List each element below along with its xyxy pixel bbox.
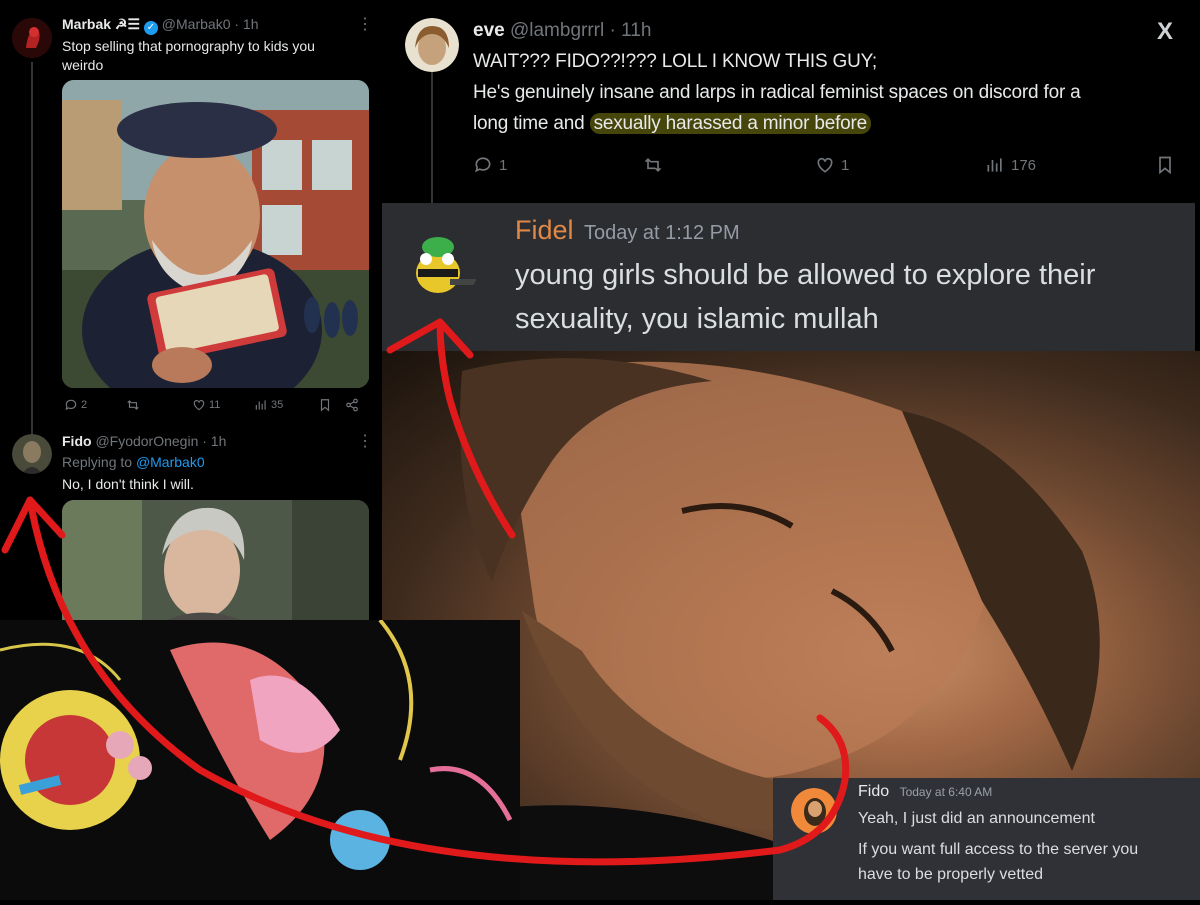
fido-header: Fido Today at 6:40 AM xyxy=(858,783,992,801)
views-button[interactable]: 35 xyxy=(254,398,283,412)
like-button[interactable]: 11 xyxy=(192,398,220,412)
share-button[interactable] xyxy=(345,398,359,412)
eve-tweet: eve @lambgrrrl · 11h X WAIT??? FIDO??!??… xyxy=(385,0,1200,205)
fidel-username[interactable]: Fidel xyxy=(515,215,574,245)
discord-message-fidel: Fidel Today at 1:12 PM young girls shoul… xyxy=(382,203,1195,351)
tweet1-text: Stop selling that pornography to kids yo… xyxy=(62,38,315,73)
patterned-shirt-image xyxy=(0,618,520,900)
bookmark-icon xyxy=(1159,156,1171,175)
fidel-header: Fidel Today at 1:12 PM xyxy=(515,215,740,246)
retweet-button[interactable] xyxy=(126,398,140,412)
reply-button[interactable]: 2 xyxy=(64,398,87,412)
eve-bookmark-button[interactable] xyxy=(1155,155,1175,175)
eve-header: eve @lambgrrrl · 11h xyxy=(473,20,651,42)
reply-icon xyxy=(65,399,77,411)
fido-timestamp: Today at 6:40 AM xyxy=(899,785,993,799)
fido-message1: Yeah, I just did an announcement xyxy=(858,810,1095,827)
tweet1-image[interactable] xyxy=(62,80,369,388)
fido-message2-line1: If you want full access to the server yo… xyxy=(858,841,1139,858)
bookmark-icon xyxy=(320,399,330,412)
fidel-message-line2: sexuality, you islamic mullah xyxy=(515,303,879,335)
fido-message2-line2: have to be properly vetted xyxy=(858,866,1044,883)
eve-views-button[interactable]: 176 xyxy=(985,155,1036,175)
eve-like-button[interactable]: 1 xyxy=(815,155,849,175)
reply-context-link[interactable]: @Marbak0 xyxy=(136,454,205,470)
tweet2-text: No, I don't think I will. xyxy=(62,476,194,492)
x-logo-icon: X xyxy=(1157,18,1174,45)
tweet1-handle[interactable]: @Marbak0 · 1h xyxy=(162,16,259,32)
fidel-timestamp: Today at 1:12 PM xyxy=(583,222,740,244)
reply-context-prefix: Replying to xyxy=(62,454,136,470)
eve-thread-line xyxy=(431,68,433,205)
eve-retweet-button[interactable] xyxy=(643,155,663,175)
reply-icon xyxy=(475,157,491,173)
tweet2-image[interactable] xyxy=(62,500,369,625)
more-icon[interactable]: ⋮ xyxy=(357,431,373,451)
discord-message-fido: Fido Today at 6:40 AM Yeah, I just did a… xyxy=(773,778,1200,900)
eve-text-line2: He's genuinely insane and larps in radic… xyxy=(473,82,1081,103)
tweet1-header: Marbak ☭☰ ✓ @Marbak0 · 1h xyxy=(62,16,259,35)
retweet-icon xyxy=(644,157,662,173)
eve-text-line1: WAIT??? FIDO??!??? LOLL I KNOW THIS GUY; xyxy=(473,51,877,72)
tweet2-author-name[interactable]: Fido xyxy=(62,433,92,449)
more-icon[interactable]: ⋮ xyxy=(357,14,373,34)
avatar-fido[interactable] xyxy=(12,434,52,474)
tweet-thread: Marbak ☭☰ ✓ @Marbak0 · 1h ⋮ Stop selling… xyxy=(0,0,385,625)
fidel-message-line1: young girls should be allowed to explore… xyxy=(515,259,1096,291)
reply-context: Replying to @Marbak0 xyxy=(62,453,205,472)
eve-like-count: 1 xyxy=(841,156,850,174)
eve-views-count: 176 xyxy=(1011,156,1037,174)
views-icon xyxy=(255,400,266,410)
tweet2-handle[interactable]: @FyodorOnegin · 1h xyxy=(95,433,226,449)
like-icon xyxy=(817,157,833,173)
retweet-icon xyxy=(127,400,139,410)
fido-username[interactable]: Fido xyxy=(858,783,889,800)
like-icon xyxy=(193,400,205,411)
eve-reply-button[interactable]: 1 xyxy=(473,155,507,175)
like-count: 11 xyxy=(209,399,221,411)
views-icon xyxy=(987,158,1002,172)
eve-text-line3-start: long time and xyxy=(473,113,590,134)
eve-author-name[interactable]: eve xyxy=(473,20,505,41)
share-icon xyxy=(346,398,358,412)
tweet1-author-name[interactable]: Marbak ☭☰ xyxy=(62,16,140,32)
highlighted-phrase: sexually harassed a minor before xyxy=(589,113,872,134)
avatar-fido-discord[interactable] xyxy=(791,788,837,834)
avatar-marbak[interactable] xyxy=(12,18,52,58)
views-count: 35 xyxy=(271,399,284,411)
tweet2-header: Fido @FyodorOnegin · 1h xyxy=(62,433,226,449)
eve-text-line3: long time and sexually harassed a minor … xyxy=(473,110,872,137)
eve-handle[interactable]: @lambgrrrl · 11h xyxy=(510,20,651,41)
thread-connector xyxy=(31,62,33,437)
verified-icon: ✓ xyxy=(143,21,158,35)
avatar-eve[interactable] xyxy=(405,18,459,72)
reply-count: 2 xyxy=(81,399,88,411)
bookmark-button[interactable] xyxy=(318,398,332,412)
eve-reply-count: 1 xyxy=(499,156,508,174)
avatar-fidel[interactable] xyxy=(400,223,480,303)
